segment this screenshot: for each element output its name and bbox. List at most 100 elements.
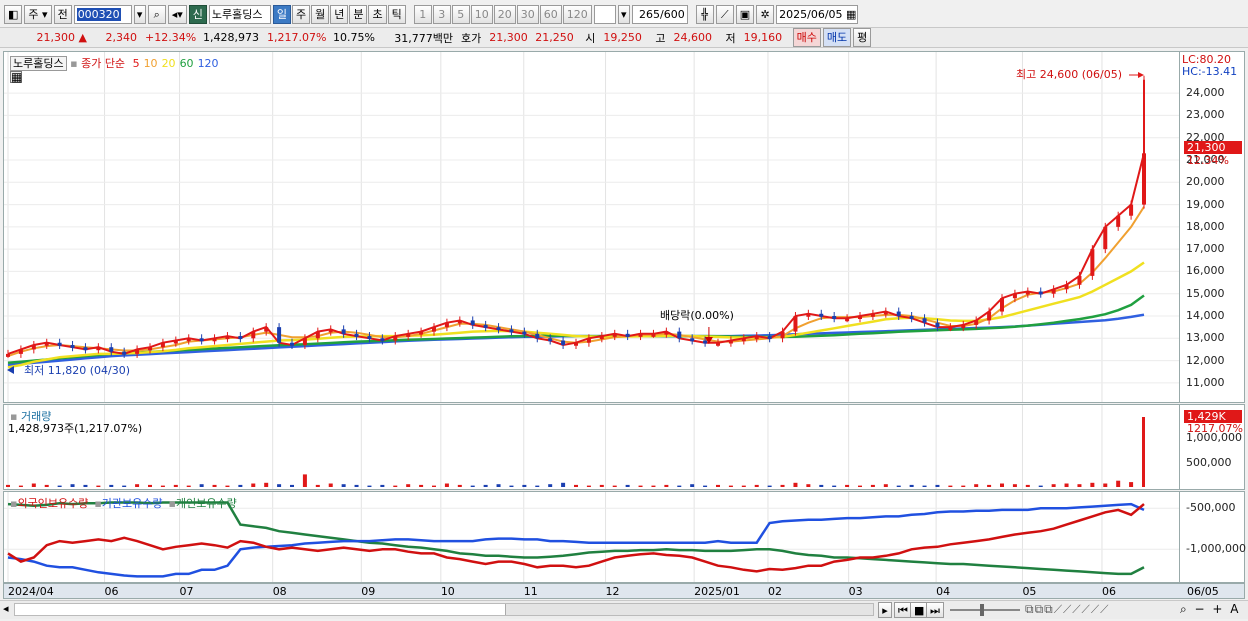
prev-button[interactable]: 전 bbox=[53, 4, 72, 24]
market-select[interactable]: 주 ▾ bbox=[24, 4, 52, 24]
stock-code-value: 000320 bbox=[76, 7, 121, 21]
volume-bar bbox=[148, 484, 152, 487]
period-tab[interactable]: 주 bbox=[291, 4, 311, 24]
holdings-panel[interactable]: ▪외국인보유수량 ▪기관보유수량 ▪개인보유수량 bbox=[3, 491, 1180, 583]
interval-dropdown-icon[interactable]: ▾ bbox=[617, 4, 630, 24]
volume-bar bbox=[1051, 484, 1056, 487]
period-tab[interactable]: 틱 bbox=[387, 4, 406, 24]
trend-tool-icon[interactable]: ⟋ bbox=[715, 4, 734, 24]
volume-bar bbox=[135, 484, 140, 487]
interval-tab[interactable]: 60 bbox=[539, 4, 562, 24]
market-label: 주 bbox=[28, 7, 39, 21]
volume-bar bbox=[264, 482, 269, 487]
volume-bar bbox=[664, 484, 669, 487]
interval-custom-input[interactable] bbox=[593, 4, 616, 24]
count-field[interactable]: 265/600 bbox=[631, 4, 688, 24]
drawing-tools-icon[interactable]: ⧉⧉⧉⟋⟋⟋⟋⟋⟋ bbox=[1025, 602, 1109, 617]
ma-period-label: 20 bbox=[161, 57, 176, 70]
sell-button[interactable]: 매도 bbox=[822, 28, 852, 47]
holdings-axis: -500,000 -1,000,000 bbox=[1180, 491, 1246, 583]
low-note: 최저 11,820 (04/30) bbox=[24, 364, 131, 377]
period-tab[interactable]: 월 bbox=[311, 4, 330, 24]
trade-volume: 1,428,973 bbox=[203, 31, 259, 44]
volume-bar bbox=[83, 484, 88, 487]
hc-label: HC:-13.41 bbox=[1182, 65, 1238, 78]
stock-name-field[interactable]: 노루홀딩스 bbox=[208, 4, 271, 24]
candle-type-icon[interactable]: ╬ bbox=[695, 4, 714, 24]
interval-tab[interactable]: 120 bbox=[562, 4, 592, 24]
gear-icon[interactable]: ✲ bbox=[756, 4, 775, 24]
volume-bar bbox=[728, 485, 733, 487]
scroll-track[interactable] bbox=[14, 603, 874, 616]
scroll-thumb[interactable] bbox=[505, 604, 873, 615]
volume-bar bbox=[199, 484, 204, 487]
ma-period-label: 10 bbox=[143, 57, 158, 70]
avg-button[interactable]: 평 bbox=[853, 28, 872, 47]
interval-tab[interactable]: 1 bbox=[413, 4, 432, 24]
volume-bar bbox=[57, 485, 62, 487]
volume-bar bbox=[703, 485, 708, 487]
interval-tab[interactable]: 5 bbox=[451, 4, 470, 24]
volume-bar bbox=[186, 485, 191, 487]
price-chart-panel[interactable]: 노루홀딩스 ▪ 종가 단순 5 10 20 60 120 ▦ 최고 24,600 (06… bbox=[3, 51, 1180, 403]
price-change-pct: +12.34% bbox=[145, 31, 197, 44]
stock-code-input[interactable]: 000320 bbox=[73, 4, 132, 24]
open-price: 19,250 bbox=[603, 31, 642, 44]
zoom-slider-handle[interactable] bbox=[980, 604, 984, 616]
volume-bar bbox=[238, 484, 243, 487]
volume-bar bbox=[432, 485, 436, 487]
volume-bar bbox=[896, 485, 901, 487]
period-tab[interactable]: 초 bbox=[368, 4, 387, 24]
volume-panel[interactable]: ▪ 거래량 1,428,973주(1,217.07%) bbox=[3, 404, 1180, 490]
holdings-legend: ▪외국인보유수량 ▪기관보유수량 ▪개인보유수량 bbox=[10, 495, 237, 511]
holdings-series-foreign bbox=[7, 503, 1145, 573]
volume-bar bbox=[561, 482, 566, 487]
volume-bar bbox=[341, 484, 346, 487]
volume-bar bbox=[380, 484, 385, 487]
volume-bar bbox=[909, 484, 914, 487]
current-price-value: 21,300 bbox=[36, 31, 76, 44]
window-icon[interactable]: ◧ bbox=[4, 4, 23, 24]
interval-tab[interactable]: 30 bbox=[516, 4, 539, 24]
buy-button[interactable]: 매수 bbox=[792, 28, 821, 47]
speaker-icon[interactable]: ◂▾ bbox=[167, 4, 187, 24]
period-tab[interactable]: 분 bbox=[349, 4, 368, 24]
period-tabs: 일주월년분초틱 bbox=[272, 4, 406, 24]
bid-price-2: 21,250 bbox=[535, 31, 574, 44]
period-tab[interactable]: 년 bbox=[330, 4, 349, 24]
play-icon[interactable]: ▸ bbox=[878, 602, 892, 618]
volume-bar bbox=[496, 484, 501, 487]
scroll-left-icon[interactable]: ◂ bbox=[3, 602, 9, 615]
volume-bar bbox=[509, 485, 514, 487]
volume-bar bbox=[70, 484, 75, 487]
zoom-slider[interactable] bbox=[950, 609, 1020, 611]
save-icon[interactable]: ▣ bbox=[735, 4, 755, 24]
interval-tab[interactable]: 10 bbox=[470, 4, 493, 24]
volume-bar bbox=[1038, 485, 1043, 487]
new-badge[interactable]: 신 bbox=[188, 4, 207, 24]
date-value: 2025/06/05 bbox=[779, 7, 843, 21]
volume-bar bbox=[1012, 484, 1017, 487]
code-dropdown-icon[interactable]: ▾ bbox=[133, 4, 146, 24]
price-tick-label: 18,000 bbox=[1186, 219, 1225, 233]
date-field[interactable]: 2025/06/05 ▦ bbox=[776, 4, 859, 24]
forward-icon[interactable]: ⏭ bbox=[926, 602, 944, 618]
date-axis-label: 2025/01 bbox=[694, 585, 740, 598]
date-axis-label: 06 bbox=[1101, 585, 1116, 598]
price-tick-label: 13,000 bbox=[1186, 331, 1225, 345]
interval-tab[interactable]: 20 bbox=[493, 4, 516, 24]
low-price: 19,160 bbox=[743, 31, 783, 44]
trade-amount: 31,777백만 bbox=[394, 31, 453, 45]
volume-bar bbox=[767, 485, 772, 487]
volume-bar bbox=[31, 483, 36, 487]
zoom-controls-icon[interactable]: ⌕ − + A bbox=[1180, 602, 1240, 617]
interval-tab[interactable]: 3 bbox=[432, 4, 451, 24]
bottom-controls: ◂ ▸ ⏮ ■ ⏭ ⧉⧉⧉⟋⟋⟋⟋⟋⟋ ⌕ − + A bbox=[0, 600, 1248, 619]
search-icon[interactable]: ⌕ bbox=[147, 4, 166, 24]
calc-icon[interactable]: ▦ bbox=[10, 71, 22, 83]
volume-bar bbox=[677, 485, 682, 487]
calendar-icon[interactable]: ▦ bbox=[846, 8, 856, 21]
volume-bar bbox=[690, 484, 695, 487]
legend-square-icon: ▪ bbox=[168, 497, 176, 510]
period-tab[interactable]: 일 bbox=[272, 4, 291, 24]
